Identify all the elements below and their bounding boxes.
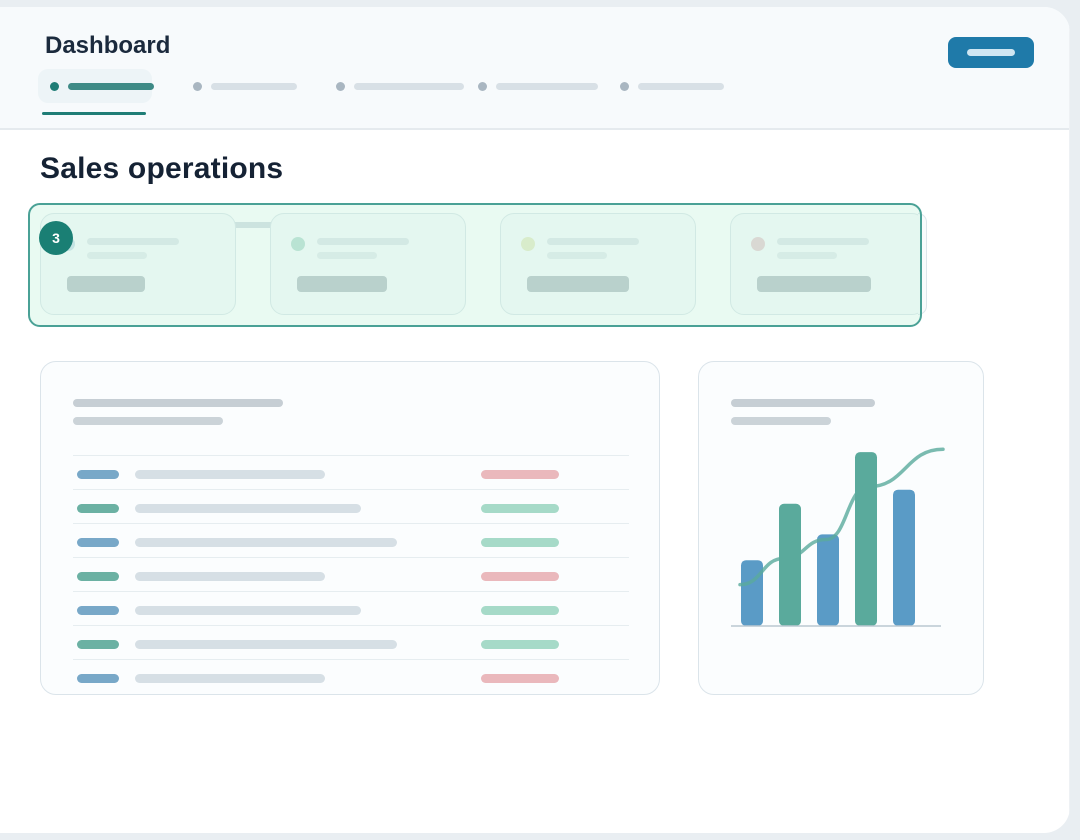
row-text-placeholder — [135, 470, 325, 479]
tab-5-dot-icon — [620, 82, 629, 91]
tab-1[interactable] — [38, 69, 154, 103]
row-tag-placeholder — [77, 470, 119, 479]
table-row[interactable] — [73, 455, 629, 490]
active-tab-indicator — [42, 112, 146, 115]
row-status-placeholder — [481, 504, 559, 513]
tab-5[interactable] — [608, 69, 734, 103]
row-status-placeholder — [481, 674, 559, 683]
tab-2-dot-icon — [193, 82, 202, 91]
table-row[interactable] — [73, 659, 629, 694]
tab-1-dot-icon — [50, 82, 59, 91]
row-text-placeholder — [135, 572, 325, 581]
table-title-placeholder — [73, 399, 283, 407]
tab-3-label-placeholder — [354, 83, 464, 90]
chart-bar — [741, 560, 763, 626]
row-status-placeholder — [481, 606, 559, 615]
row-tag-placeholder — [77, 538, 119, 547]
row-status-placeholder — [481, 640, 559, 649]
kpi-highlight-overlay — [28, 203, 922, 327]
section-title: Sales operations — [40, 152, 284, 185]
pill-placeholder-icon — [967, 49, 1015, 56]
row-text-placeholder — [135, 538, 397, 547]
dashboard-window: Dashboard Sales operations 3 — [0, 7, 1070, 833]
primary-action-button[interactable] — [948, 37, 1034, 68]
table-subtitle-placeholder — [73, 417, 223, 425]
row-status-placeholder — [481, 538, 559, 547]
tab-4-dot-icon — [478, 82, 487, 91]
bar-chart — [731, 447, 945, 627]
step-badge: 3 — [39, 221, 73, 255]
tab-3-dot-icon — [336, 82, 345, 91]
top-header: Dashboard — [0, 7, 1070, 130]
tab-2-label-placeholder — [211, 83, 297, 90]
chart-panel — [698, 361, 984, 695]
chart-bar — [817, 534, 839, 626]
row-tag-placeholder — [77, 572, 119, 581]
row-tag-placeholder — [77, 504, 119, 513]
tab-3[interactable] — [324, 69, 474, 103]
tab-4-label-placeholder — [496, 83, 598, 90]
row-text-placeholder — [135, 606, 361, 615]
row-text-placeholder — [135, 504, 361, 513]
chart-bar — [779, 503, 801, 626]
table-row[interactable] — [73, 557, 629, 592]
row-tag-placeholder — [77, 674, 119, 683]
row-tag-placeholder — [77, 606, 119, 615]
table-panel — [40, 361, 660, 695]
row-status-placeholder — [481, 572, 559, 581]
table-row[interactable] — [73, 625, 629, 660]
table-row[interactable] — [73, 523, 629, 558]
row-status-placeholder — [481, 470, 559, 479]
row-tag-placeholder — [77, 640, 119, 649]
tab-4[interactable] — [466, 69, 606, 103]
chart-bar — [893, 489, 915, 626]
table-row[interactable] — [73, 591, 629, 626]
chart-bar — [855, 452, 877, 626]
tab-1-label-placeholder — [68, 83, 154, 90]
tab-5-label-placeholder — [638, 83, 724, 90]
page-title: Dashboard — [45, 32, 171, 59]
tab-2[interactable] — [181, 69, 305, 103]
table-row[interactable] — [73, 489, 629, 524]
row-text-placeholder — [135, 640, 397, 649]
row-text-placeholder — [135, 674, 325, 683]
